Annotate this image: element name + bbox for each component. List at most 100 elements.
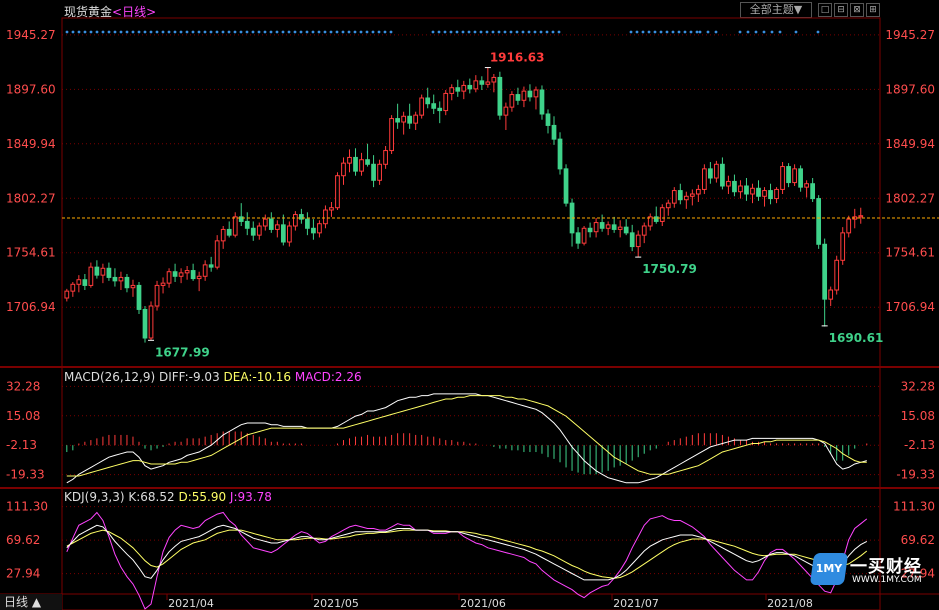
- event-dot: [83, 30, 87, 34]
- high-annotation: 1916.63: [490, 51, 545, 65]
- event-dot: [341, 30, 345, 34]
- candle-up: [659, 207, 665, 222]
- event-dot: [365, 30, 369, 34]
- price-axis-tick-left: 1945.27: [6, 28, 56, 42]
- event-dot: [239, 30, 243, 34]
- candle-up: [635, 234, 641, 248]
- event-dot: [503, 30, 507, 34]
- event-dot: [491, 30, 495, 34]
- candle-down: [527, 90, 533, 98]
- candle-down: [708, 168, 713, 179]
- candle-up: [202, 264, 208, 277]
- candle-up: [148, 305, 154, 339]
- event-dot: [329, 30, 333, 34]
- candle-down: [551, 124, 557, 140]
- event-dot: [107, 30, 111, 34]
- event-dot: [185, 30, 189, 34]
- macd-diff-line: [66, 393, 867, 484]
- event-dot: [335, 30, 339, 34]
- macd-axis-tick-right: 32.28: [901, 379, 935, 393]
- event-dot: [698, 30, 702, 34]
- event-dot: [155, 30, 159, 34]
- event-dot: [689, 30, 693, 34]
- event-dot: [293, 30, 297, 34]
- candle-up: [329, 207, 334, 211]
- x-axis-label: 2021/07: [613, 597, 659, 610]
- candle-up: [196, 275, 202, 280]
- candle-down: [467, 84, 473, 90]
- event-dot: [275, 30, 279, 34]
- candle-down: [545, 113, 551, 126]
- candle-up: [858, 215, 864, 218]
- event-dot: [131, 30, 135, 34]
- event-dot: [305, 30, 309, 34]
- candle-up: [214, 240, 220, 268]
- candle-down: [497, 76, 503, 116]
- event-dot: [377, 30, 381, 34]
- candle-up: [160, 282, 166, 286]
- candle-down: [190, 270, 196, 280]
- x-axis-label: 2021/06: [460, 597, 506, 610]
- x-axis-label: 2021/05: [313, 597, 359, 610]
- event-dot: [706, 30, 710, 34]
- price-axis-tick-right: 1754.61: [885, 246, 935, 260]
- candle-down: [172, 271, 178, 277]
- price-axis-tick-right: 1849.94: [885, 137, 935, 151]
- event-dot: [659, 30, 663, 34]
- candle-down: [563, 168, 569, 204]
- event-dot: [746, 30, 750, 34]
- event-dot: [173, 30, 177, 34]
- event-dot: [245, 30, 249, 34]
- kdj-axis-tick-right: 69.62: [901, 533, 935, 547]
- price-axis-tick-left: 1706.94: [6, 300, 56, 314]
- x-axis-label: 2021/08: [767, 597, 813, 610]
- event-dot: [389, 30, 393, 34]
- event-dot: [762, 30, 766, 34]
- event-dot: [714, 30, 718, 34]
- watermark-en: WWW.1MY.COM: [852, 575, 922, 585]
- candle-up: [154, 284, 160, 307]
- event-dot: [95, 30, 99, 34]
- candle-down: [455, 87, 461, 92]
- candle-down: [124, 276, 130, 289]
- candle-up: [449, 87, 455, 94]
- candle-up: [581, 227, 587, 244]
- candle-up: [256, 225, 262, 236]
- event-dot: [191, 30, 195, 34]
- candle-down: [677, 190, 683, 201]
- candle-up: [683, 195, 689, 201]
- watermark-logo: 1MY 一买财经 WWW.1MY.COM: [809, 551, 939, 589]
- candle-down: [250, 227, 256, 236]
- candle-down: [599, 222, 605, 229]
- event-dot: [770, 30, 774, 34]
- candle-up: [220, 228, 226, 242]
- event-dot: [299, 30, 303, 34]
- candle-up: [521, 90, 527, 101]
- candle-up: [359, 159, 364, 172]
- macd-dea-line: [66, 395, 867, 477]
- candle-up: [750, 187, 755, 195]
- event-dot: [431, 30, 435, 34]
- candle-up: [317, 223, 322, 234]
- candle-up: [76, 279, 82, 285]
- candle-up: [738, 185, 743, 193]
- event-dot: [371, 30, 375, 34]
- event-dot: [641, 30, 645, 34]
- candle-down: [106, 267, 112, 278]
- candle-down: [587, 227, 593, 233]
- event-dot: [557, 30, 561, 34]
- macd-legend: MACD(26,12,9) DIFF:-9.03 DEA:-10.16 MACD…: [64, 370, 362, 384]
- candle-up: [323, 209, 328, 225]
- price-axis-tick-left: 1849.94: [6, 137, 56, 151]
- event-dot: [383, 30, 387, 34]
- kdj-d-line: [66, 529, 868, 579]
- event-dot: [677, 30, 681, 34]
- candle-down: [575, 232, 581, 244]
- low-annotation: 1690.61: [829, 331, 884, 345]
- candle-down: [407, 115, 413, 124]
- macd-axis-tick-left: 32.28: [6, 379, 40, 393]
- candle-up: [605, 224, 611, 229]
- event-dot: [281, 30, 285, 34]
- period-tab[interactable]: 日线 ▲: [0, 594, 62, 610]
- macd-axis-tick-right: -19.33: [896, 468, 935, 482]
